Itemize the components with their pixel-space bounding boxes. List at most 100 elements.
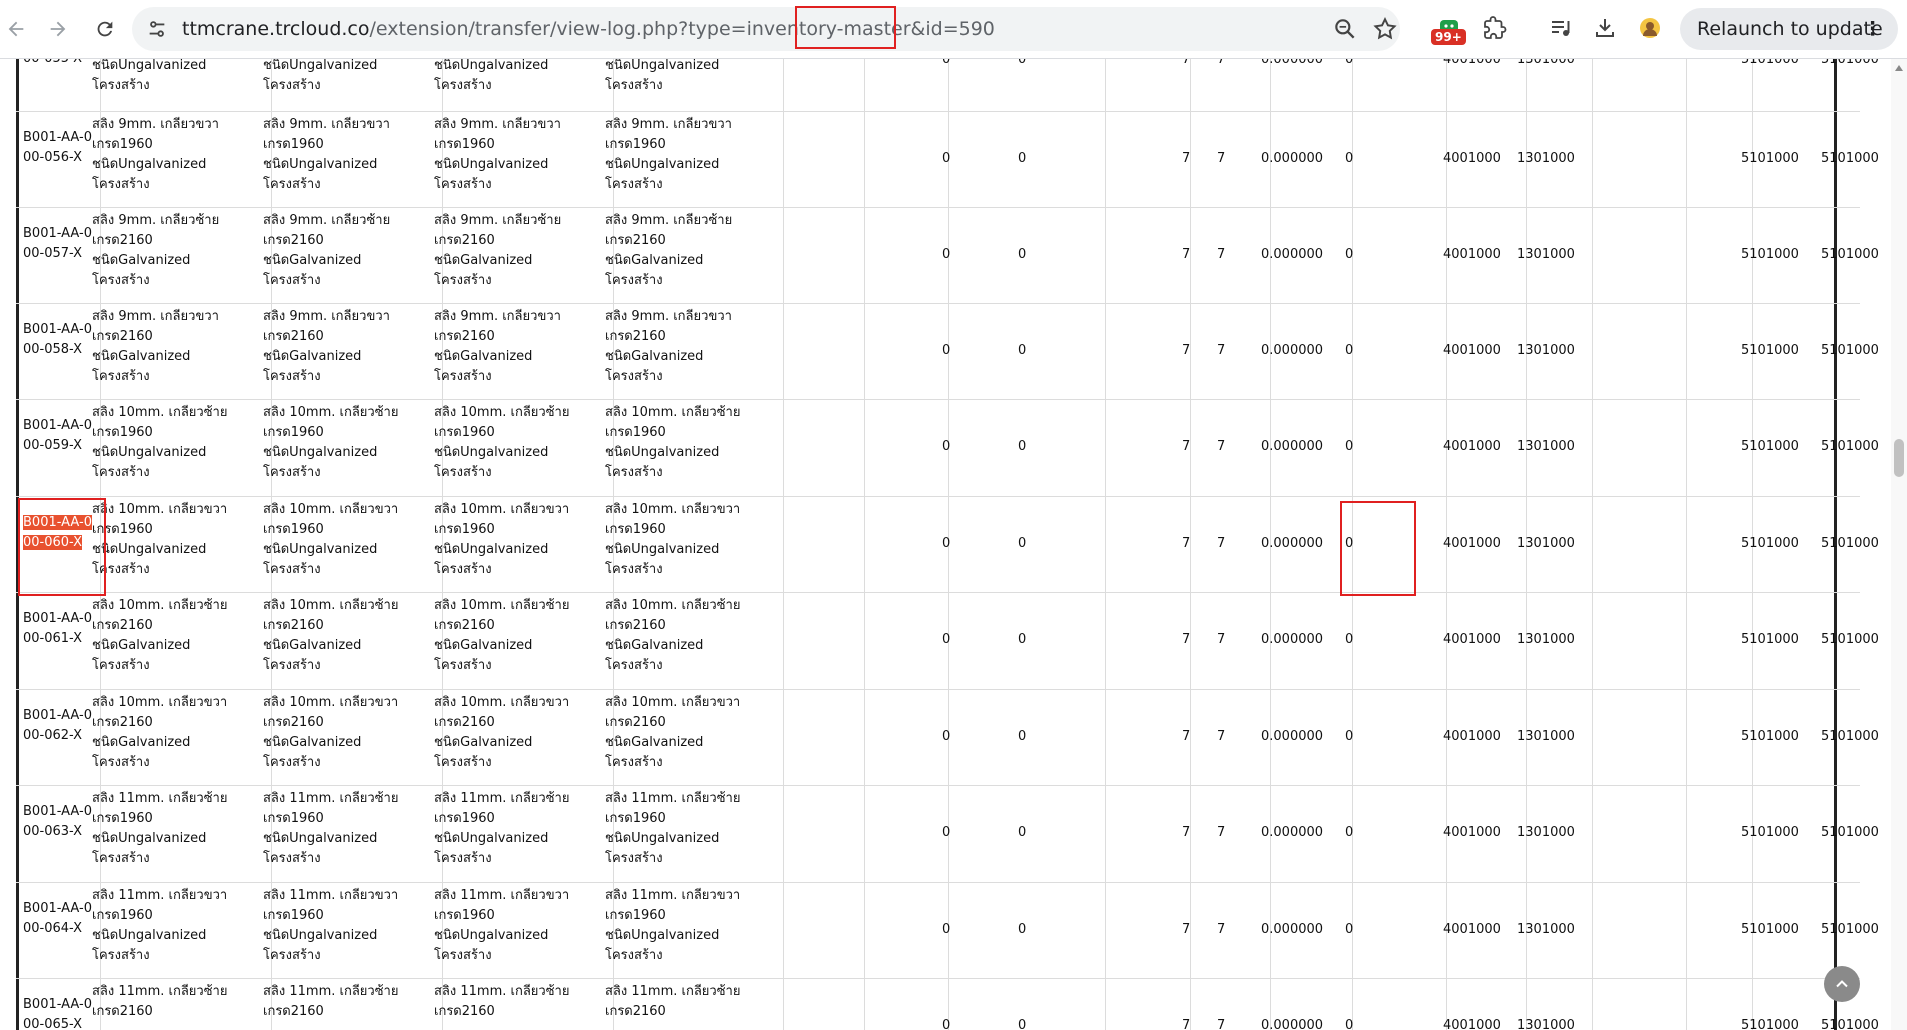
item-code-cell[interactable]: B001-AA-000-064-X — [23, 899, 93, 939]
description-cell: สลิง 10mm. เกลียวขวา เกรด2160 ชนิดGalvaniz… — [92, 693, 227, 773]
table-row: B001-AA-000-060-X สลิง 10mm. เกลียวขวา เกร… — [16, 496, 1879, 593]
bookmark-star-icon[interactable] — [1372, 16, 1398, 42]
description-line: สลิง 9mm. เกลียวขวา — [92, 117, 219, 132]
numeric-cell: 7 — [1217, 151, 1226, 166]
item-code-cell[interactable]: B001-AA-000-058-X — [23, 320, 93, 360]
numeric-cell: 0 — [1018, 922, 1027, 937]
description-cell: สลิง 11mm. เกลียวซ้าย เกรด2160 — [92, 982, 227, 1030]
description-line: โครงสร้าง — [263, 851, 321, 866]
scroll-up-arrow-icon[interactable] — [1895, 65, 1903, 71]
back-to-top-button[interactable] — [1824, 966, 1860, 1002]
description-line: เกรด1960 — [263, 522, 324, 537]
item-code-cell[interactable]: B001-AA-000-061-X — [23, 609, 93, 649]
description-line: ชนิดUngalvanized — [263, 928, 378, 943]
description-line: เกรด1960 — [92, 522, 153, 537]
forward-icon[interactable] — [42, 13, 74, 45]
description-line: เกรด1960 — [434, 908, 495, 923]
numeric-cell: 0 — [1345, 729, 1354, 744]
download-icon[interactable] — [1592, 15, 1618, 41]
description-line: สลิง 10mm. เกลียวขวา — [92, 502, 228, 517]
numeric-cell: 7 — [1217, 1018, 1226, 1030]
description-line: ชนิดUngalvanized — [263, 831, 378, 846]
numeric-cell: 0 — [1018, 729, 1027, 744]
description-cell: สลิง 9mm. เกลียวขวา เกรด2160 ชนิดGalvanize… — [605, 307, 732, 387]
numeric-cell: 0 — [1345, 439, 1354, 454]
numeric-cell: 0 — [942, 632, 951, 647]
description-line: เกรด2160 — [605, 715, 666, 730]
description-line: เกรด2160 — [605, 618, 666, 633]
numeric-cell: 7 — [1217, 343, 1226, 358]
menu-icon[interactable]: ⋮ — [1863, 8, 1882, 50]
chevron-up-icon — [1836, 980, 1848, 988]
value-highlight-box — [1340, 501, 1416, 596]
item-code-text: B001-AA-000-065-X — [23, 997, 92, 1030]
description-line: เกรด2160 — [92, 1004, 153, 1019]
description-line: สลิง 10mm. เกลียวซ้าย — [434, 405, 570, 420]
description-line: โครงสร้าง — [263, 948, 321, 963]
description-line: เกรด1960 — [434, 137, 495, 152]
description-line: เกรด1960 — [92, 137, 153, 152]
numeric-cell: 7 — [1217, 439, 1226, 454]
zoom-icon[interactable] — [1332, 16, 1358, 42]
description-cell: สลิง 11mm. เกลียวขวา เกรด1960 ชนิดUngalvan… — [434, 886, 569, 966]
scroll-thumb[interactable] — [1894, 439, 1904, 477]
description-line: สลิง 10mm. เกลียวซ้าย — [92, 598, 228, 613]
description-line: โครงสร้าง — [263, 177, 321, 192]
description-line: เกรด1960 — [92, 908, 153, 923]
numeric-cell: 0 — [942, 151, 951, 166]
numeric-cell: 0 — [1345, 632, 1354, 647]
numeric-cell: 7 — [1182, 632, 1191, 647]
item-code-cell[interactable]: B001-AA-000-059-X — [23, 416, 93, 456]
numeric-cell: 7 — [1217, 729, 1226, 744]
description-cell: ชนิดUngalvanized โครงสร้าง — [434, 59, 548, 96]
numeric-cell: 5101000 — [1741, 825, 1799, 840]
description-cell: สลิง 9mm. เกลียวซ้าย เกรด2160 ชนิดGalvaniz… — [605, 211, 732, 291]
reload-icon[interactable] — [89, 13, 121, 45]
numeric-cell: 5101000 — [1741, 536, 1799, 551]
description-line: โครงสร้าง — [263, 273, 321, 288]
numeric-cell: 7 — [1217, 922, 1226, 937]
relaunch-label: Relaunch to update — [1697, 18, 1883, 40]
relaunch-button[interactable]: Relaunch to update ⋮ — [1680, 8, 1898, 50]
numeric-cell: 0 — [1018, 439, 1027, 454]
numeric-cell: 7 — [1217, 632, 1226, 647]
item-code-cell[interactable]: B001-AA-000-056-X — [23, 128, 93, 168]
description-line: ชนิดGalvanized — [263, 349, 362, 364]
description-line: ชนิดUngalvanized — [92, 445, 207, 460]
back-icon[interactable] — [0, 13, 32, 45]
description-line: ชนิดUngalvanized — [434, 831, 549, 846]
description-line — [434, 1022, 569, 1030]
numeric-cell: 0.000000 — [1261, 825, 1324, 840]
extensions-puzzle-icon[interactable] — [1482, 15, 1508, 41]
description-line: โครงสร้าง — [434, 658, 492, 673]
numeric-cell: 1301000 — [1517, 922, 1575, 937]
description-line: ชนิดGalvanized — [92, 735, 191, 750]
description-cell: สลิง 10mm. เกลียวซ้าย เกรด1960 ชนิดUngalva… — [434, 403, 569, 483]
numeric-cell: 0 — [942, 247, 951, 262]
numeric-cell: 5101000 — [1821, 729, 1879, 744]
site-info-icon[interactable] — [146, 18, 168, 40]
profile-avatar-icon[interactable] — [1637, 15, 1663, 41]
description-cell: สลิง 11mm. เกลียวขวา เกรด1960 ชนิดUngalvan… — [605, 886, 740, 966]
description-line: สลิง 10mm. เกลียวขวา — [263, 502, 399, 517]
description-cell: สลิง 9mm. เกลียวขวา เกรด2160 ชนิดGalvanize… — [92, 307, 219, 387]
description-line: ชนิดGalvanized — [605, 735, 704, 750]
numeric-cell: 0 — [942, 825, 951, 840]
item-code-cell[interactable]: B001-AA-000-055-X — [23, 59, 93, 69]
item-code-cell[interactable]: B001-AA-000-065-X — [23, 995, 93, 1030]
page-scrollbar[interactable] — [1891, 59, 1907, 1030]
description-line: เกรด1960 — [263, 908, 324, 923]
numeric-cell: 0.000000 — [1261, 151, 1324, 166]
numeric-cell: 0.000000 — [1261, 632, 1324, 647]
address-bar[interactable]: ttmcrane.trcloud.co/extension/transfer/v… — [132, 7, 1400, 51]
description-line: ชนิดGalvanized — [605, 349, 704, 364]
numeric-cell: 4001000 — [1443, 1018, 1501, 1030]
url-highlight-box — [795, 6, 896, 49]
item-code-cell[interactable]: B001-AA-000-063-X — [23, 802, 93, 842]
item-code-cell[interactable]: B001-AA-000-057-X — [23, 224, 93, 264]
media-control-icon[interactable] — [1548, 15, 1574, 41]
item-code-cell[interactable]: B001-AA-000-062-X — [23, 706, 93, 746]
numeric-cell: 0 — [1345, 825, 1354, 840]
numeric-cell: 7 — [1182, 825, 1191, 840]
description-line: เกรด2160 — [92, 233, 153, 248]
